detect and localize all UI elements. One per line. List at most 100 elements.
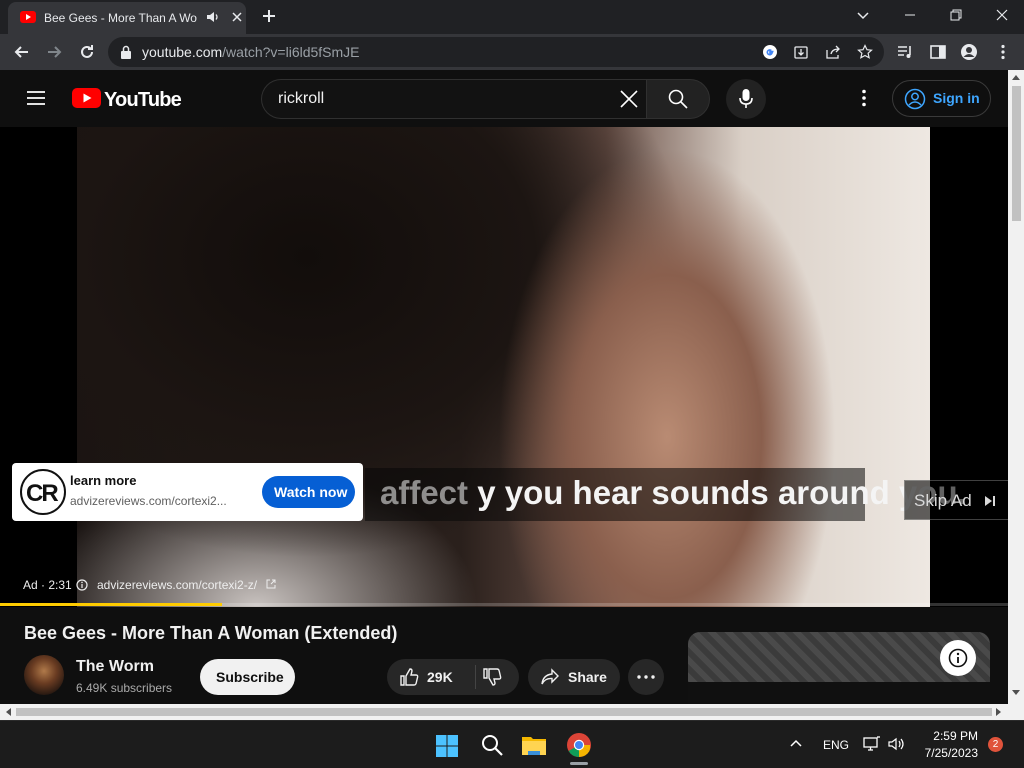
scroll-up-arrow-icon[interactable]: [1012, 74, 1020, 80]
close-window-icon[interactable]: [992, 5, 1012, 25]
ad-timer-badge: Ad · 2:31: [23, 578, 72, 592]
ad-overlay-card[interactable]: CR learn more advizereviews.com/cortexi2…: [12, 463, 363, 521]
more-horizontal-icon: [636, 675, 656, 679]
microphone-icon: [739, 88, 753, 110]
watch-now-label: Watch now: [274, 484, 348, 500]
kebab-menu-icon[interactable]: [994, 43, 1012, 61]
share-label: Share: [568, 669, 607, 685]
new-tab-icon[interactable]: [260, 7, 278, 25]
channel-name[interactable]: The Worm: [76, 658, 154, 676]
voice-search-button[interactable]: [726, 79, 766, 119]
vertical-scrollbar[interactable]: [1008, 70, 1024, 704]
video-frame[interactable]: [77, 127, 930, 607]
sidebar-ad-panel[interactable]: [688, 632, 990, 706]
address-bar[interactable]: youtube.com/watch?v=li6ld5fSmJE: [108, 37, 884, 67]
browser-toolbar: youtube.com/watch?v=li6ld5fSmJE: [0, 34, 1024, 70]
ad-url[interactable]: advizereviews.com/cortexi2...: [70, 494, 246, 508]
caption-line: y you hear sounds around you.: [477, 474, 967, 511]
caption-text: affect y you hear sounds around you.: [380, 474, 967, 512]
search-query: rickroll: [278, 90, 325, 107]
install-icon[interactable]: [793, 44, 809, 60]
google-lens-icon[interactable]: [762, 44, 778, 60]
subscribe-button[interactable]: Subscribe: [200, 659, 295, 695]
scroll-down-arrow-icon[interactable]: [1012, 690, 1020, 696]
clock-date[interactable]: 7/25/2023: [920, 746, 978, 760]
tab-close-icon[interactable]: [230, 10, 244, 24]
youtube-logo-text: YouTube: [104, 89, 182, 111]
advertiser-logo-text: CR: [26, 480, 59, 507]
horizontal-scrollbar[interactable]: [0, 704, 1024, 720]
video-title: Bee Gees - More Than A Woman (Extended): [24, 623, 398, 643]
bookmark-star-icon[interactable]: [857, 44, 873, 60]
volume-icon[interactable]: [888, 736, 906, 752]
clear-search-icon[interactable]: [619, 89, 639, 109]
watch-now-button[interactable]: Watch now: [262, 476, 355, 508]
youtube-masthead: YouTube rickroll Sign in: [0, 70, 1008, 127]
share-page-icon[interactable]: [825, 44, 841, 60]
info-icon[interactable]: [76, 579, 88, 591]
language-indicator[interactable]: ENG: [823, 738, 849, 752]
vertical-scroll-thumb[interactable]: [1012, 86, 1021, 221]
url-domain: youtube.com: [142, 44, 223, 60]
ad-link[interactable]: advizereviews.com/cortexi2-z/: [97, 578, 257, 592]
like-divider: [475, 665, 476, 689]
notification-badge[interactable]: 2: [988, 737, 1003, 752]
scroll-left-arrow-icon[interactable]: [5, 708, 11, 716]
clock-time[interactable]: 2:59 PM: [932, 729, 978, 743]
ad-info-button[interactable]: [940, 640, 976, 676]
scroll-right-arrow-icon[interactable]: [996, 708, 1002, 716]
subscriber-count: 6.49K subscribers: [76, 681, 173, 695]
account-icon: [904, 88, 926, 110]
minimize-icon[interactable]: [900, 5, 920, 25]
search-input[interactable]: rickroll: [261, 79, 647, 119]
thumbs-up-icon[interactable]: [399, 667, 419, 687]
side-panel-icon[interactable]: [929, 43, 947, 61]
search-button[interactable]: [646, 79, 710, 119]
chevron-up-icon[interactable]: [789, 737, 803, 751]
file-explorer-icon[interactable]: [520, 731, 548, 759]
sidebar-ad-strip: [688, 682, 990, 706]
tab-title: Bee Gees - More Than A Wo: [44, 11, 197, 25]
share-button[interactable]: Share: [528, 659, 620, 695]
video-player[interactable]: affect y you hear sounds around you. CR …: [0, 127, 1008, 607]
more-actions-button[interactable]: [628, 659, 664, 695]
reload-icon[interactable]: [77, 42, 97, 62]
thumbs-down-icon[interactable]: [482, 667, 502, 687]
advertiser-logo: CR: [20, 469, 66, 515]
url-text[interactable]: youtube.com/watch?v=li6ld5fSmJE: [142, 44, 360, 60]
chrome-taskbar-icon[interactable]: [566, 732, 592, 758]
progress-bar[interactable]: [0, 603, 1008, 606]
share-arrow-icon: [540, 667, 560, 687]
chevron-down-icon[interactable]: [855, 7, 871, 23]
windows-start-icon[interactable]: [435, 734, 459, 758]
horizontal-scroll-thumb[interactable]: [16, 708, 992, 716]
youtube-logo[interactable]: YouTube: [72, 88, 182, 111]
ad-title[interactable]: learn more: [70, 473, 136, 488]
network-icon[interactable]: [863, 736, 881, 752]
skip-ad-label: Skip Ad: [914, 491, 972, 510]
active-app-indicator: [570, 762, 588, 765]
sign-in-button[interactable]: Sign in: [892, 80, 991, 117]
settings-more-icon[interactable]: [856, 88, 872, 108]
lock-icon[interactable]: [120, 45, 132, 59]
like-dislike-group[interactable]: 29K: [387, 659, 519, 695]
restore-icon[interactable]: [946, 5, 966, 25]
tab-strip: Bee Gees - More Than A Wo: [0, 0, 1024, 34]
taskbar-search-icon[interactable]: [480, 733, 504, 757]
media-control-icon[interactable]: [896, 43, 914, 61]
forward-arrow-icon[interactable]: [44, 42, 64, 62]
speaker-icon[interactable]: [206, 10, 220, 24]
skip-ad-button[interactable]: Skip Ad: [904, 480, 1008, 520]
hamburger-menu-icon[interactable]: [26, 90, 46, 106]
subscribe-label: Subscribe: [216, 669, 284, 685]
channel-avatar[interactable]: [24, 655, 64, 695]
caption-partial-word: affect: [380, 474, 469, 511]
search-icon: [668, 89, 688, 109]
browser-tab[interactable]: Bee Gees - More Than A Wo: [8, 2, 246, 34]
like-count: 29K: [427, 669, 453, 685]
sign-in-label: Sign in: [933, 90, 980, 106]
youtube-favicon-icon: [20, 11, 36, 23]
back-arrow-icon[interactable]: [12, 42, 32, 62]
profile-icon[interactable]: [960, 43, 978, 61]
external-link-icon[interactable]: [266, 579, 276, 589]
